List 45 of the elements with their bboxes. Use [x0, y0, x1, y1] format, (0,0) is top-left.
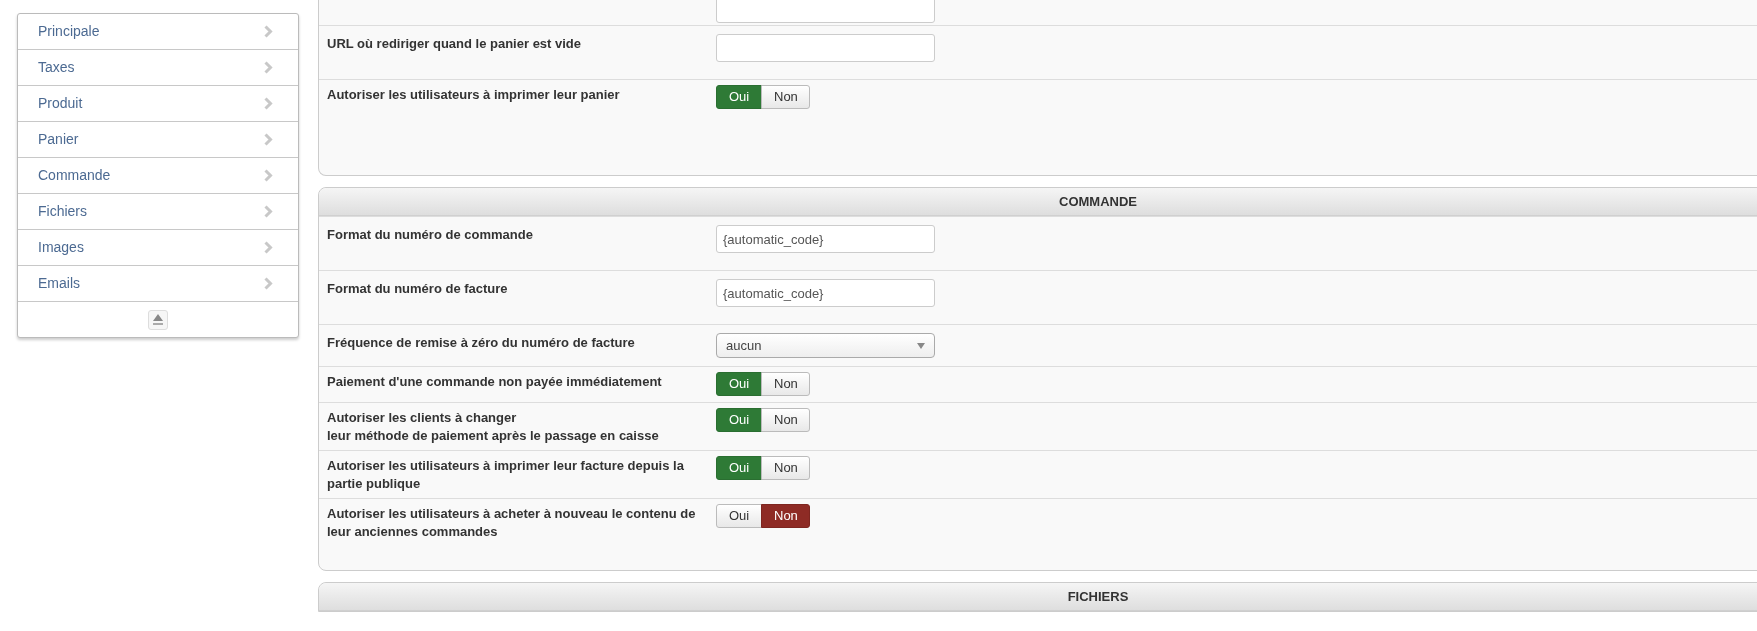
setting-label: Autoriser les utilisateurs à acheter à nouveau le contenu de leur anciennes commandes — [327, 505, 697, 541]
toggle-option[interactable]: Oui — [716, 408, 762, 432]
panel-header: FICHIERS — [319, 583, 1757, 611]
sidebar-item[interactable]: Commande — [18, 158, 298, 194]
toggle-option[interactable]: Oui — [716, 456, 762, 480]
toggle-option[interactable]: Non — [761, 372, 810, 396]
setting-label: Format du numéro de facture — [327, 280, 509, 298]
setting-label: Format du numéro de commande — [327, 226, 534, 244]
sidebar-item[interactable]: Panier — [18, 122, 298, 158]
setting-label: Paiement d'une commande non payée immédiatement — [327, 373, 663, 391]
toggle-option[interactable]: Non — [761, 504, 810, 528]
toggle-option[interactable]: Oui — [716, 85, 762, 109]
toggle-option[interactable]: Oui — [716, 372, 762, 396]
scroll-top-button[interactable] — [148, 309, 168, 330]
setting-label: Autoriser les utilisateurs à imprimer leur facture depuis la partie publique — [327, 457, 685, 493]
sidebar-item[interactable]: Produit — [18, 86, 298, 122]
eject-icon — [153, 314, 163, 325]
toggle-option[interactable]: Non — [761, 85, 810, 109]
text-field[interactable] — [716, 34, 935, 62]
chevron-right-icon — [264, 277, 273, 290]
toggle-option[interactable]: Non — [761, 408, 810, 432]
toggle-option[interactable]: Oui — [716, 504, 762, 528]
sidebar-item[interactable]: Images — [18, 230, 298, 266]
text-field[interactable]: {automatic_code} — [716, 225, 935, 253]
sidebar-item[interactable]: Fichiers — [18, 194, 298, 230]
setting-label: Autoriser les clients à changer leur méthode de paiement après le passage en caisse — [327, 409, 660, 445]
panel-header: COMMANDE — [319, 188, 1757, 216]
select-field[interactable]: aucun — [716, 333, 935, 358]
chevron-right-icon — [264, 25, 273, 38]
text-field[interactable] — [716, 0, 935, 23]
sidebar-item[interactable]: Principale — [18, 14, 298, 50]
sidebar-item[interactable]: Taxes — [18, 50, 298, 86]
dropdown-arrow-icon — [917, 342, 925, 349]
chevron-right-icon — [264, 241, 273, 254]
setting-label: URL où rediriger quand le panier est vide — [327, 35, 583, 53]
toggle-option[interactable]: Non — [761, 456, 810, 480]
setting-label: Autoriser les utilisateurs à imprimer leur panier — [327, 86, 621, 104]
setting-label: Fréquence de remise à zéro du numéro de facture — [327, 334, 636, 352]
chevron-right-icon — [264, 61, 273, 74]
chevron-right-icon — [264, 133, 273, 146]
chevron-right-icon — [264, 97, 273, 110]
chevron-right-icon — [264, 169, 273, 182]
sidebar-item[interactable]: Emails — [18, 266, 298, 302]
text-field[interactable]: {automatic_code} — [716, 279, 935, 307]
chevron-right-icon — [264, 205, 273, 218]
